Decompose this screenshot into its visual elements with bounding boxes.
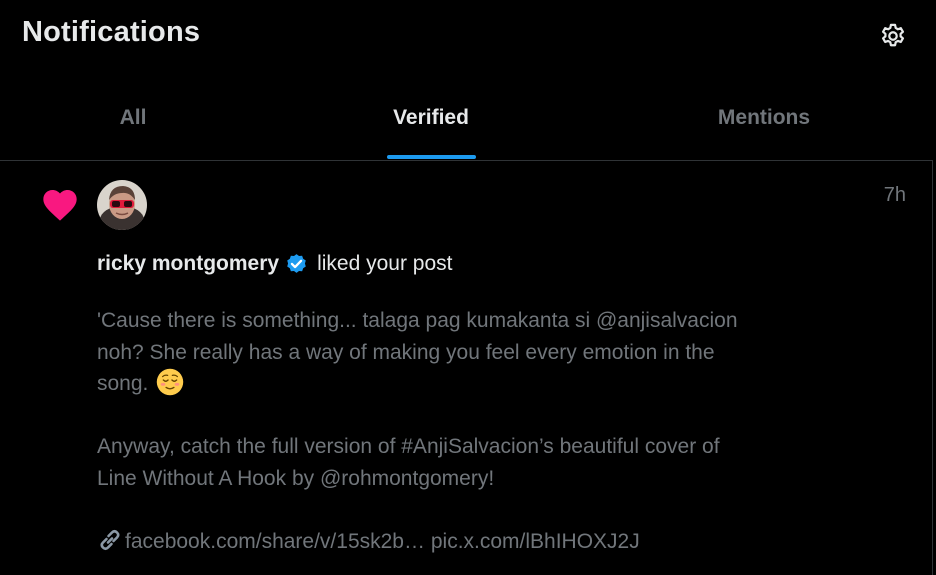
header: Notifications bbox=[0, 0, 936, 72]
notification-item[interactable]: 7h ricky montgomery liked your post 'Cau… bbox=[0, 161, 932, 575]
action-text: liked your post bbox=[317, 251, 453, 275]
post-text-fragment: song. bbox=[97, 372, 149, 395]
tab-mentions[interactable]: Mentions bbox=[596, 84, 932, 160]
tab-verified-label: Verified bbox=[393, 106, 469, 129]
post-text-line: Line Without A Hook by @rohmontgomery! bbox=[97, 466, 495, 490]
tab-all[interactable]: All bbox=[0, 84, 266, 160]
external-link[interactable]: facebook.com/share/v/15sk2b… bbox=[125, 530, 425, 553]
active-tab-indicator bbox=[387, 155, 476, 159]
notifications-page: Notifications All Verified Mentions 7h r… bbox=[0, 0, 936, 575]
post-text-line: noh? She really has a way of making you … bbox=[97, 340, 715, 364]
page-title: Notifications bbox=[22, 16, 201, 48]
user-name-link[interactable]: ricky montgomery bbox=[97, 252, 279, 276]
verified-badge-icon bbox=[287, 254, 306, 273]
tab-verified[interactable]: Verified bbox=[266, 84, 596, 160]
avatar-image bbox=[97, 180, 147, 230]
link-icon bbox=[100, 529, 120, 550]
media-link[interactable]: pic.x.com/lBhIHOXJ2J bbox=[431, 530, 640, 553]
notification-action: ricky montgomery liked your post bbox=[97, 251, 452, 276]
gear-icon bbox=[881, 23, 905, 47]
post-text-line: 'Cause there is something... talaga pag … bbox=[97, 309, 738, 332]
settings-button[interactable] bbox=[876, 19, 910, 53]
tab-mentions-label: Mentions bbox=[717, 106, 811, 129]
column-border bbox=[932, 160, 933, 575]
heart-icon bbox=[43, 190, 77, 221]
tab-bar: All Verified Mentions bbox=[0, 84, 932, 161]
relieved-face-emoji bbox=[156, 368, 184, 396]
timestamp: 7h bbox=[883, 184, 906, 206]
avatar[interactable] bbox=[97, 180, 147, 230]
post-text-line: song. bbox=[97, 368, 857, 400]
post-links: facebook.com/share/v/15sk2b… pic.x.com/l… bbox=[97, 526, 857, 558]
post-text-line: Anyway, catch the full version of #AnjiS… bbox=[97, 435, 720, 458]
post-preview[interactable]: 'Cause there is something... talaga pag … bbox=[97, 305, 857, 557]
tab-all-label: All bbox=[119, 106, 147, 129]
